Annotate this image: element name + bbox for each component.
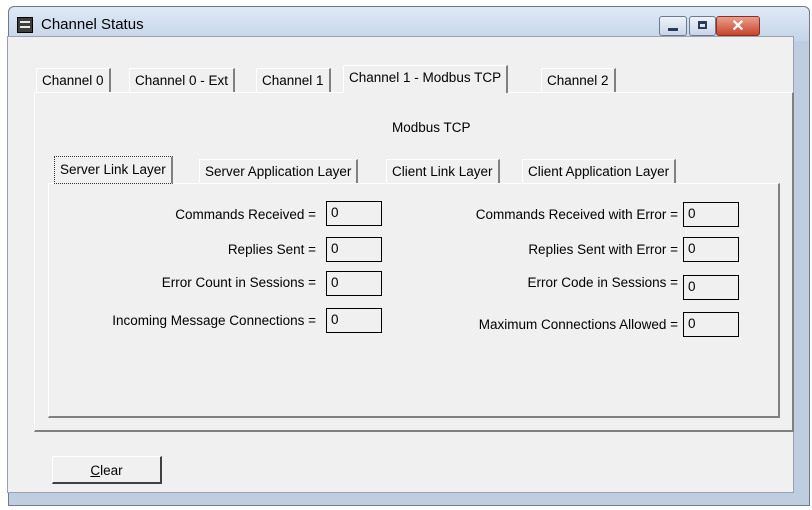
minimize-button[interactable] — [659, 16, 687, 36]
error-code-label: Error Code in Sessions = — [527, 275, 678, 290]
clear-button[interactable]: Clear — [52, 456, 162, 484]
maximize-icon — [698, 21, 707, 29]
tab-channel-0-ext[interactable]: Channel 0 - Ext — [129, 68, 236, 92]
error-code-field: 0 — [683, 275, 739, 300]
tab-channel-1-modbus-tcp[interactable]: Channel 1 - Modbus TCP — [343, 65, 509, 93]
tab-channel-2[interactable]: Channel 2 — [541, 68, 616, 92]
close-icon: ✕ — [731, 18, 745, 35]
tab-channel-1[interactable]: Channel 1 — [256, 68, 331, 92]
incoming-connections-field: 0 — [326, 308, 382, 333]
error-count-field: 0 — [326, 271, 382, 296]
commands-received-label: Commands Received = — [175, 207, 316, 222]
replies-sent-error-field: 0 — [683, 237, 739, 262]
replies-sent-label: Replies Sent = — [227, 242, 316, 257]
close-button[interactable]: ✕ — [716, 16, 760, 36]
incoming-connections-label: Incoming Message Connections = — [112, 313, 316, 328]
max-connections-field: 0 — [683, 312, 739, 337]
subtab-client-application-layer[interactable]: Client Application Layer — [522, 159, 677, 183]
clear-label: lear — [100, 463, 123, 478]
window-title: Channel Status — [41, 16, 144, 33]
tab-channel-0[interactable]: Channel 0 — [36, 68, 111, 92]
error-count-label: Error Count in Sessions = — [161, 275, 316, 290]
clear-mnemonic: C — [90, 463, 101, 478]
commands-received-field: 0 — [326, 201, 382, 226]
replies-sent-error-label: Replies Sent with Error = — [528, 242, 678, 257]
subtab-server-application-layer[interactable]: Server Application Layer — [199, 159, 359, 183]
section-title: Modbus TCP — [392, 120, 471, 135]
minimize-icon — [668, 28, 678, 31]
subtab-server-link-layer[interactable]: Server Link Layer — [54, 156, 173, 184]
max-connections-label: Maximum Connections Allowed = — [478, 317, 678, 332]
commands-received-error-label: Commands Received with Error = — [475, 207, 678, 222]
maximize-button[interactable] — [689, 16, 716, 36]
app-icon — [17, 17, 33, 33]
subtab-client-link-layer[interactable]: Client Link Layer — [386, 159, 500, 183]
commands-received-error-field: 0 — [683, 202, 739, 227]
replies-sent-field: 0 — [326, 237, 382, 262]
